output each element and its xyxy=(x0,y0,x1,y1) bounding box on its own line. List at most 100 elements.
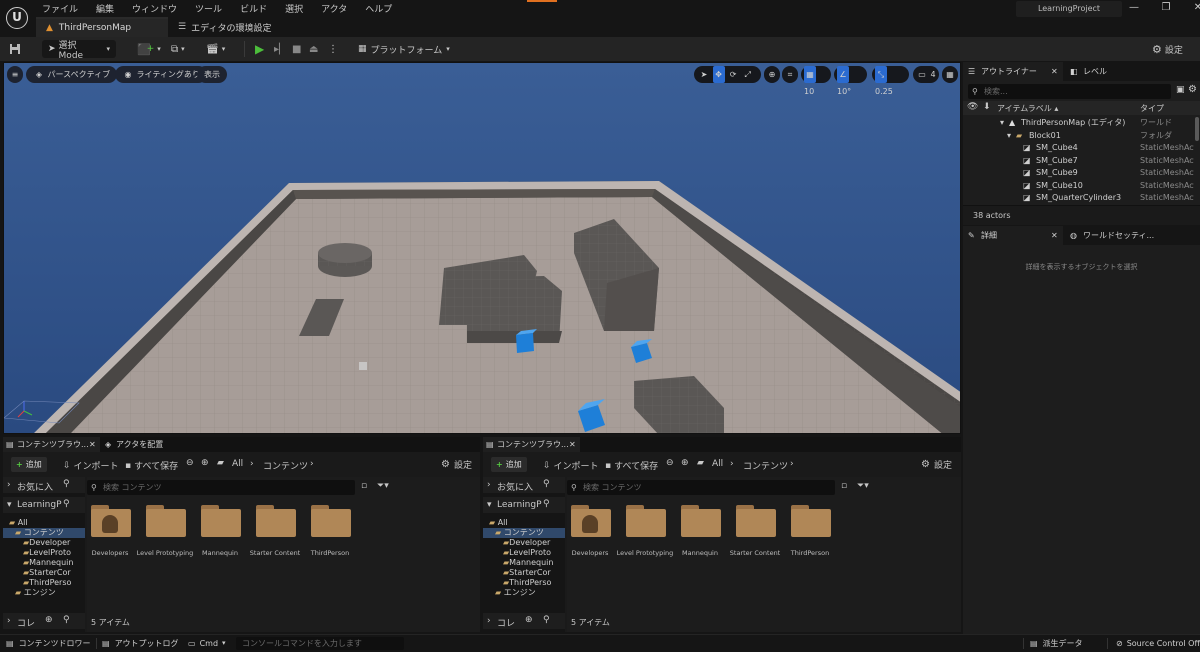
tab-editor-preferences[interactable]: ☰ エディタの環境設定 xyxy=(176,17,271,37)
close-icon[interactable]: ✕ xyxy=(1192,2,1200,13)
tree-mannequin[interactable]: ▰Mannequin xyxy=(3,558,85,568)
close-icon[interactable]: ✕ xyxy=(1051,62,1058,81)
cb-settings-button[interactable]: ⚙ 設定 xyxy=(441,458,472,471)
column-type[interactable]: タイプ xyxy=(1140,103,1164,114)
eject-button[interactable]: ⏏ xyxy=(309,40,318,58)
tree-startercontent[interactable]: ▰StarterCor xyxy=(3,568,85,578)
rotate-tool-icon[interactable]: ⟳ xyxy=(727,66,739,83)
import-button[interactable]: ⇩ インポート xyxy=(543,459,599,473)
save-all-button[interactable]: ▪ すべて保存 xyxy=(125,459,178,473)
tree-row-actor[interactable]: ◪ SM_Cube10 StaticMeshActor xyxy=(963,180,1195,193)
save-all-button[interactable]: ▪ すべて保存 xyxy=(605,459,658,473)
menu-build[interactable]: ビルド xyxy=(240,2,267,15)
path-content[interactable]: コンテンツ xyxy=(263,459,308,472)
platforms-dropdown[interactable]: ▦ プラットフォーム ▾ xyxy=(358,40,450,58)
add-circle-icon[interactable]: ⊕ xyxy=(45,615,53,625)
tree-row-actor[interactable]: ◪ SM_Cube4 StaticMeshActor xyxy=(963,142,1195,155)
tree-row-folder[interactable]: ▾ ▰ Block01 フォルダ xyxy=(963,130,1195,143)
asset-search-input[interactable]: ⚲ 検索 コンテンツ xyxy=(87,480,355,495)
cb-settings-button[interactable]: ⚙ 設定 xyxy=(921,458,952,471)
pin-icon[interactable]: ⬇ xyxy=(983,102,991,112)
tree-thirdperson[interactable]: ▰ThirdPerso xyxy=(3,578,85,588)
select-mode-dropdown[interactable]: ➤ 選択 Mode ▾ xyxy=(42,40,116,61)
tree-row-actor[interactable]: ◪ SM_Cube9 StaticMeshActor xyxy=(963,167,1195,180)
collections-header[interactable]: › コレ ⊕ ⚲ xyxy=(3,613,85,629)
search-icon[interactable]: ⚲ xyxy=(63,615,70,625)
stop-button[interactable]: ■ xyxy=(292,40,301,58)
search-icon[interactable]: ⚲ xyxy=(543,479,550,489)
favorites-header[interactable]: › お気に入 ⚲ xyxy=(3,477,85,493)
level-viewport[interactable]: ≡ ◈ パースペクティブ ◉ ライティングあり 表示 ➤ ✥ ⟳ ⤢ ⊕ ⌗ ▦… xyxy=(3,62,961,434)
menu-select[interactable]: 選択 xyxy=(285,2,303,15)
tree-row-actor[interactable]: ◪ SM_QuarterCylinder3 StaticMeshActor xyxy=(963,192,1195,205)
play-button[interactable]: ▶ xyxy=(255,40,264,58)
scale-snap-button[interactable]: ⤡ 0.25 xyxy=(872,66,909,96)
content-drawer-button[interactable]: ▤ コンテンツドロワー xyxy=(6,635,91,652)
play-options-button[interactable]: ⋮ xyxy=(328,40,338,58)
close-icon[interactable]: ✕ xyxy=(89,437,96,452)
tree-levelproto[interactable]: ▰LevelProto xyxy=(483,548,565,558)
add-folder-icon[interactable]: ▣ xyxy=(1176,85,1185,95)
search-icon[interactable]: ⚲ xyxy=(63,499,70,509)
scale-tool-icon[interactable]: ⤢ xyxy=(742,66,754,83)
add-circle-icon[interactable]: ⊕ xyxy=(525,615,533,625)
search-icon[interactable]: ⚲ xyxy=(543,499,550,509)
expand-arrow-icon[interactable]: ▾ xyxy=(1000,117,1004,130)
tab-world-settings[interactable]: ◍ ワールドセッティ... xyxy=(1065,226,1165,245)
select-tool-icon[interactable]: ➤ xyxy=(698,66,710,83)
save-search-icon[interactable]: ▫ xyxy=(841,481,847,491)
tab-outliner[interactable]: ☰ アウトライナー ✕ xyxy=(963,62,1063,81)
project-header[interactable]: ▾ LearningP ⚲ xyxy=(3,497,85,513)
settings-button[interactable]: ⚙ 設定 xyxy=(1152,40,1183,58)
tree-levelproto[interactable]: ▰LevelProto xyxy=(3,548,85,558)
menu-window[interactable]: ウィンドウ xyxy=(132,2,177,15)
cmd-dropdown[interactable]: ▭ Cmd ▾ xyxy=(188,635,226,652)
surface-snap-toggle[interactable]: ⌗ xyxy=(782,66,798,83)
tree-all[interactable]: ▰ All xyxy=(483,518,565,528)
perspective-button[interactable]: ◈ パースペクティブ xyxy=(26,66,118,83)
tree-all[interactable]: ▰ All xyxy=(3,518,85,528)
tab-levels[interactable]: ◧ レベル xyxy=(1065,62,1135,81)
output-log-button[interactable]: ▤ アウトプットログ xyxy=(102,635,179,652)
outliner-scrollbar[interactable] xyxy=(1195,117,1199,141)
restore-icon[interactable]: ❐ xyxy=(1160,2,1172,13)
minimize-icon[interactable]: — xyxy=(1128,2,1140,13)
menu-tools[interactable]: ツール xyxy=(195,2,222,15)
show-button[interactable]: 表示 xyxy=(197,66,227,83)
menu-help[interactable]: ヘルプ xyxy=(365,2,392,15)
tree-content[interactable]: ▰ コンテンツ xyxy=(3,528,85,538)
favorites-header[interactable]: › お気に入 ⚲ xyxy=(483,477,565,493)
close-icon[interactable]: ✕ xyxy=(1051,226,1058,245)
add-button[interactable]: + 追加 xyxy=(491,457,527,472)
tree-row-actor[interactable]: ◪ SM_Cube7 StaticMeshActor xyxy=(963,155,1195,168)
viewport-menu-button[interactable]: ≡ xyxy=(7,66,23,83)
path-content[interactable]: コンテンツ xyxy=(743,459,788,472)
tree-engine[interactable]: ▰ エンジン xyxy=(3,588,85,598)
unreal-logo-icon[interactable]: U xyxy=(6,7,28,29)
source-control-button[interactable]: ⊘ Source Control Off xyxy=(1116,635,1200,652)
menu-file[interactable]: ファイル xyxy=(42,2,78,15)
collections-header[interactable]: › コレ ⊕ ⚲ xyxy=(483,613,565,629)
rotation-snap-button[interactable]: ∠ 10° xyxy=(834,66,867,96)
close-icon[interactable]: ✕ xyxy=(569,437,576,452)
tree-thirdperson[interactable]: ▰ThirdPerso xyxy=(483,578,565,588)
add-button[interactable]: + 追加 xyxy=(11,457,47,472)
cinematics-button[interactable]: 🎬︎ ▾ xyxy=(206,40,225,58)
tree-developer[interactable]: ▰Developer xyxy=(3,538,85,548)
tab-details[interactable]: ✎ 詳細 ✕ xyxy=(963,226,1063,245)
menu-actor[interactable]: アクタ xyxy=(321,2,347,15)
expand-arrow-icon[interactable]: ▾ xyxy=(1007,130,1011,143)
filter-icon[interactable]: ⏷▾ xyxy=(857,481,869,491)
history-forward-icon[interactable]: ⊕ xyxy=(681,458,689,468)
camera-speed-button[interactable]: ▭ 4 xyxy=(913,66,939,83)
tree-content[interactable]: ▰ コンテンツ xyxy=(483,528,565,538)
search-icon[interactable]: ⚲ xyxy=(63,479,70,489)
tree-startercontent[interactable]: ▰StarterCor xyxy=(483,568,565,578)
search-icon[interactable]: ⚲ xyxy=(543,615,550,625)
gear-icon[interactable]: ⚙ xyxy=(1188,84,1197,95)
console-input[interactable]: コンソールコマンドを入力します xyxy=(236,637,404,650)
add-content-button[interactable]: ⬛ + ▾ xyxy=(137,40,161,58)
tree-engine[interactable]: ▰ エンジン xyxy=(483,588,565,598)
history-back-icon[interactable]: ⊖ xyxy=(186,458,194,468)
world-local-toggle[interactable]: ⊕ xyxy=(764,66,780,83)
